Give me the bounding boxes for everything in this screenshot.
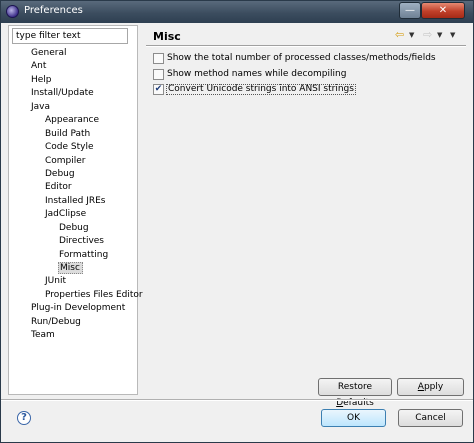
option-label: Show method names while decompiling	[167, 69, 347, 79]
option-label: Show the total number of processed class…	[167, 53, 436, 63]
apply-button[interactable]: Apply	[397, 378, 464, 396]
restore-defaults-button[interactable]: Restore Defaults	[318, 378, 392, 408]
tree-item[interactable]: Run/Debug	[9, 316, 137, 329]
tree-item[interactable]: Editor	[9, 181, 137, 194]
tree-item-label: Debug	[59, 222, 89, 233]
help-icon[interactable]: ?	[17, 411, 31, 425]
tree-item-label: General	[31, 48, 67, 58]
tree-item-label: Install/Update	[31, 88, 94, 99]
eclipse-icon	[6, 5, 19, 18]
tree-item[interactable]: Team	[9, 329, 137, 342]
tree-item[interactable]: Formatting	[9, 249, 137, 262]
tree-item-label: Formatting	[59, 249, 109, 260]
tree-item-label: Build Path	[45, 128, 91, 139]
tree-item-label: Help	[31, 74, 52, 85]
tree-item[interactable]: Install/Update	[9, 87, 137, 100]
back-arrow-icon[interactable]: ⇦	[395, 29, 404, 41]
tree-item-label: Debug	[45, 168, 75, 179]
tree-item[interactable]: Debug	[9, 168, 137, 181]
footer-divider	[1, 399, 473, 401]
option-label: Convert Unicode strings into ANSI string…	[166, 84, 356, 95]
checkbox[interactable]: ✔	[153, 84, 164, 95]
tree-item-label: Compiler	[45, 155, 86, 166]
ok-button[interactable]: OK	[321, 409, 386, 427]
tree-item-label: Code Style	[45, 142, 94, 153]
tree-item[interactable]: Compiler	[9, 155, 137, 168]
tree-item[interactable]: JUnit	[9, 275, 137, 288]
back-history-dropdown-icon[interactable]: ▼	[409, 29, 414, 41]
close-button[interactable]: ✕	[421, 2, 465, 19]
tree-item[interactable]: Code Style	[9, 141, 137, 154]
checkbox[interactable]	[153, 69, 164, 80]
view-menu-icon[interactable]: ▼	[450, 29, 455, 41]
button-label: pply	[423, 382, 444, 392]
checkbox[interactable]	[153, 53, 164, 64]
forward-arrow-icon[interactable]: ⇨	[423, 29, 432, 41]
button-label: Restore	[337, 382, 373, 392]
tree-item-label: Java	[31, 101, 51, 112]
tree-item[interactable]: Plug-in Development	[9, 302, 137, 315]
tree-item[interactable]: Java	[9, 101, 137, 114]
tree-item[interactable]: Debug	[9, 222, 137, 235]
tree-item-label: Plug-in Development	[31, 303, 126, 314]
tree-item-label: Properties Files Editor	[45, 289, 143, 300]
minimize-button[interactable]: —	[399, 2, 421, 19]
preference-tree: General Ant Help Install/Update Java Appearan…	[9, 47, 143, 343]
tree-item[interactable]: General	[9, 47, 137, 60]
tree-item[interactable]: Directives	[9, 235, 137, 248]
tree-item[interactable]: Installed JREs	[9, 195, 137, 208]
preferences-navigation-pane: General Ant Help Install/Update Java Appearan…	[8, 25, 143, 395]
tree-item[interactable]: Ant	[9, 60, 137, 73]
tree-item-label: Ant	[31, 61, 47, 72]
window-title: Preferences	[24, 5, 83, 16]
preferences-window: Preferences — ✕ General Ant Help Install/Up…	[0, 0, 474, 443]
cancel-button[interactable]: Cancel	[398, 409, 463, 427]
forward-history-dropdown-icon[interactable]: ▼	[437, 29, 442, 41]
tree-item[interactable]: Properties Files Editor	[9, 289, 143, 302]
tree-item[interactable]: Build Path	[9, 128, 137, 141]
title-bar[interactable]: Preferences — ✕	[1, 1, 473, 23]
tree-item-label: Editor	[45, 182, 72, 193]
tree-item-label: Appearance	[45, 115, 100, 126]
tree-item[interactable]: JadClipse	[9, 208, 137, 221]
tree-item-label: JUnit	[45, 276, 66, 287]
tree-item[interactable]: Misc	[9, 262, 137, 275]
page-title: Misc	[153, 30, 181, 43]
tree-item-label: JadClipse	[45, 209, 87, 220]
tree-item[interactable]: Help	[9, 74, 137, 87]
tree-item-label: Misc	[58, 262, 83, 274]
tree-item-label: Installed JREs	[45, 195, 106, 206]
tree-item-label: Run/Debug	[31, 316, 81, 327]
filter-input[interactable]	[12, 28, 128, 44]
tree-item-label: Directives	[59, 236, 104, 247]
tree-item-label: Team	[31, 330, 55, 341]
tree-item[interactable]: Appearance	[9, 114, 137, 127]
preference-page: Misc ⇦ ▼ ⇨ ▼ ▼ Show the total number of …	[146, 25, 466, 408]
header-divider	[146, 45, 466, 47]
